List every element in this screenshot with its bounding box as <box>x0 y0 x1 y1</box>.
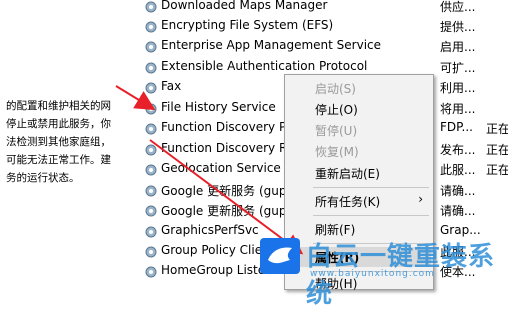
menu-item-restart[interactable]: 重新启动(E) <box>315 165 380 182</box>
service-name: File History Service <box>161 100 276 114</box>
service-name: Group Policy Clie <box>161 243 263 257</box>
menu-separator <box>313 243 429 244</box>
service-desc: 使本... <box>440 265 476 279</box>
gear-icon <box>145 62 157 74</box>
menu-item-refresh[interactable]: 刷新(F) <box>315 221 355 238</box>
menu-item-start[interactable]: 启动(S) <box>315 80 356 97</box>
gear-icon <box>145 226 157 238</box>
menu-separator <box>313 271 429 272</box>
description-line: 务的运行状态。 <box>6 172 80 184</box>
gear-icon <box>145 41 157 53</box>
menu-item-properties[interactable]: 属性(R) <box>315 249 359 266</box>
service-name: Function Discovery Re <box>161 141 295 155</box>
menu-separator <box>313 215 429 216</box>
service-row[interactable]: Enterprise App Management Service 启用... <box>140 37 508 57</box>
menu-item-all-tasks[interactable]: 所有任务(K) <box>315 193 380 210</box>
service-desc: 供应... <box>440 0 476 14</box>
menu-item-pause[interactable]: 暂停(U) <box>315 122 357 139</box>
gear-icon <box>145 164 157 176</box>
service-name: Downloaded Maps Manager <box>161 0 328 12</box>
service-name: Extensible Authentication Protocol <box>161 59 368 73</box>
service-name: Fax <box>161 79 182 93</box>
gear-icon <box>145 103 157 115</box>
service-description: 的配置和维护相关的网 停止或禁用此服务，你 法检测到其他家庭组， 可能无法正常工… <box>6 97 134 187</box>
description-line: 停止或禁用此服务，你 <box>6 118 111 130</box>
gear-icon <box>145 123 157 135</box>
gear-icon <box>145 1 157 13</box>
menu-separator <box>313 187 429 188</box>
gear-icon <box>145 266 157 278</box>
service-name: Google 更新服务 (gup <box>161 184 287 198</box>
gear-icon <box>145 185 157 197</box>
context-menu: 启动(S) 停止(O) 暂停(U) 恢复(M) 重新启动(E) 所有任务(K) … <box>284 74 434 291</box>
service-row[interactable]: Downloaded Maps Manager 供应... <box>140 0 508 17</box>
service-desc: 发布... <box>440 143 476 157</box>
service-status: 正在 <box>486 122 508 136</box>
gear-icon <box>145 144 157 156</box>
service-desc: 利用... <box>440 81 476 95</box>
gear-icon <box>145 205 157 217</box>
service-name: Enterprise App Management Service <box>161 38 382 52</box>
gear-icon <box>145 21 157 33</box>
service-desc: 请确... <box>440 204 476 218</box>
service-name: Encrypting File System (EFS) <box>161 18 334 32</box>
service-desc: 可扩... <box>440 61 476 75</box>
description-line: 可能无法正常工作。建 <box>6 154 111 166</box>
service-status: 正在 <box>486 143 508 157</box>
service-desc: 此服... <box>440 245 476 259</box>
gear-icon <box>145 246 157 258</box>
submenu-arrow-icon: › <box>418 192 423 206</box>
service-desc: 此服... <box>440 163 476 177</box>
description-line: 的配置和维护相关的网 <box>6 100 111 112</box>
service-name: Geolocation Service <box>161 161 281 175</box>
service-desc: 提供... <box>440 20 476 34</box>
service-status: 正在 <box>486 163 508 177</box>
service-name: Google 更新服务 (gup <box>161 204 287 218</box>
gear-icon <box>145 82 157 94</box>
service-desc: Grap... <box>440 223 481 237</box>
menu-item-stop[interactable]: 停止(O) <box>315 101 358 118</box>
service-desc: FDP... <box>440 120 473 134</box>
menu-item-resume[interactable]: 恢复(M) <box>315 143 359 160</box>
description-line: 法检测到其他家庭组， <box>6 136 111 148</box>
service-desc: 将用... <box>440 102 476 116</box>
service-desc: 启用... <box>440 40 476 54</box>
service-desc: 请确... <box>440 184 476 198</box>
service-name: GraphicsPerfSvc <box>161 223 259 237</box>
service-row[interactable]: Encrypting File System (EFS) 提供... <box>140 17 508 37</box>
service-name: HomeGroup Liste <box>161 263 266 277</box>
